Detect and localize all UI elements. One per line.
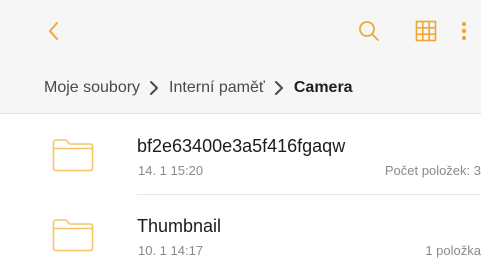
- list-item[interactable]: Thumbnail 10. 1 14:17 1 položka: [0, 195, 481, 275]
- item-count: Počet položek: 3: [384, 163, 481, 178]
- list-item[interactable]: bf2e63400e3a5f416fgaqw 14. 1 15:20 Počet…: [0, 115, 481, 195]
- breadcrumb-item-internal-storage[interactable]: Interní paměť: [169, 79, 265, 97]
- file-list: bf2e63400e3a5f416fgaqw 14. 1 15:20 Počet…: [0, 115, 481, 275]
- top-toolbar: [0, 0, 481, 62]
- file-date: 10. 1 14:17: [138, 243, 204, 258]
- breadcrumb-chevron-icon: [149, 80, 159, 96]
- breadcrumb-item-my-files[interactable]: Moje soubory: [44, 79, 140, 97]
- search-button[interactable]: [351, 12, 387, 50]
- folder-icon: [52, 139, 94, 172]
- file-date: 14. 1 15:20: [138, 163, 204, 178]
- grid-view-icon: [415, 20, 437, 42]
- back-button[interactable]: [36, 12, 72, 50]
- grid-view-button[interactable]: [408, 12, 444, 50]
- more-options-button[interactable]: [458, 12, 481, 50]
- my-files-screen: Moje soubory Interní paměť Camera bf2e63…: [0, 0, 481, 278]
- chevron-left-icon: [49, 22, 58, 40]
- breadcrumb-item-camera: Camera: [293, 78, 353, 96]
- file-name: bf2e63400e3a5f416fgaqw: [137, 136, 346, 156]
- search-icon: [359, 21, 379, 41]
- file-name: Thumbnail: [137, 216, 222, 236]
- folder-icon: [52, 219, 94, 252]
- item-count: 1 položka: [425, 243, 481, 258]
- breadcrumb: Moje soubory Interní paměť Camera: [0, 62, 481, 114]
- more-vertical-icon: [461, 21, 467, 41]
- breadcrumb-chevron-icon: [274, 80, 284, 96]
